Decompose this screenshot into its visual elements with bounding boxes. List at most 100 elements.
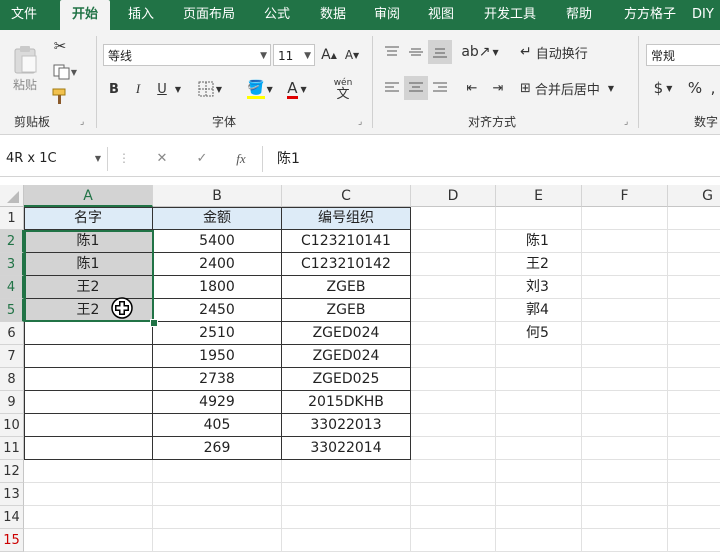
table-header-cell[interactable]: 名字 (24, 207, 153, 230)
comma-style-button[interactable]: , (706, 76, 720, 100)
grid-cell[interactable] (411, 276, 496, 299)
grid-cell[interactable] (668, 368, 720, 391)
table-cell[interactable]: ZGED025 (282, 368, 411, 391)
grid-cell[interactable] (496, 207, 582, 230)
table-cell[interactable]: 405 (153, 414, 282, 437)
table-header-cell[interactable]: 编号组织 (282, 207, 411, 230)
tab-data[interactable]: 数据 (310, 0, 356, 30)
grid-cell[interactable] (582, 460, 668, 483)
grid-cell[interactable] (411, 299, 496, 322)
tab-file[interactable]: 文件 (2, 0, 46, 30)
tab-help[interactable]: 帮助 (556, 0, 602, 30)
tab-view[interactable]: 视图 (418, 0, 464, 30)
grid-cell[interactable] (496, 437, 582, 460)
grid-cell[interactable] (153, 460, 282, 483)
grid-cell[interactable] (411, 253, 496, 276)
table-cell[interactable]: 王2 (24, 276, 153, 299)
grow-font-button[interactable]: A ▲ (320, 44, 338, 66)
currency-button[interactable]: $ ▼ (648, 76, 678, 100)
table-cell[interactable]: ZGED024 (282, 345, 411, 368)
table-cell[interactable]: 2400 (153, 253, 282, 276)
grid-cell[interactable] (411, 460, 496, 483)
grid-cell[interactable] (582, 253, 668, 276)
grid-cell[interactable] (282, 460, 411, 483)
enter-button[interactable]: ✓ (190, 147, 214, 171)
table-cell[interactable]: 33022013 (282, 414, 411, 437)
table-cell[interactable]: 4929 (153, 391, 282, 414)
grid-cell[interactable] (411, 483, 496, 506)
fill-handle[interactable] (150, 319, 158, 327)
grid-cell[interactable] (668, 276, 720, 299)
table-cell[interactable] (24, 414, 153, 437)
format-painter-button[interactable] (50, 86, 70, 106)
table-cell[interactable]: 33022014 (282, 437, 411, 460)
grid-cell[interactable] (496, 345, 582, 368)
table-cell[interactable]: ZGED024 (282, 322, 411, 345)
grid-cell[interactable] (668, 299, 720, 322)
table-cell[interactable]: 陈1 (24, 253, 153, 276)
tab-review[interactable]: 审阅 (364, 0, 410, 30)
grid-cell[interactable] (411, 391, 496, 414)
grid-cell[interactable] (668, 253, 720, 276)
number-format-combo[interactable]: 常规 (646, 44, 720, 66)
table-cell[interactable]: ZGEB (282, 299, 411, 322)
grid-cell[interactable] (668, 322, 720, 345)
grid-cell[interactable] (668, 207, 720, 230)
table-cell[interactable]: C123210141 (282, 230, 411, 253)
grid-cell[interactable] (582, 299, 668, 322)
grid-cell[interactable] (411, 368, 496, 391)
font-name-combo[interactable]: 等线 ▼ (103, 44, 271, 66)
grid-cell[interactable] (411, 322, 496, 345)
table-cell[interactable] (24, 391, 153, 414)
table-cell[interactable]: 陈1 (24, 230, 153, 253)
italic-button[interactable]: I (128, 78, 148, 100)
tab-fangfang[interactable]: 方方格子 (612, 0, 688, 30)
underline-dropdown[interactable]: ▼ (173, 78, 183, 100)
table-cell[interactable]: 2450 (153, 299, 282, 322)
tab-page-layout[interactable]: 页面布局 (172, 0, 246, 30)
table-cell[interactable]: ZGEB (282, 276, 411, 299)
borders-button[interactable]: ▼ (194, 78, 226, 100)
grid-cell[interactable] (582, 207, 668, 230)
table-cell[interactable] (24, 322, 153, 345)
table-cell[interactable]: 5400 (153, 230, 282, 253)
phonetic-button[interactable]: wén 文 (326, 74, 360, 104)
font-launcher-icon[interactable]: ⌟ (358, 117, 362, 127)
name-list-cell[interactable]: 陈1 (496, 230, 582, 253)
table-cell[interactable]: 2738 (153, 368, 282, 391)
align-right-button[interactable] (428, 76, 452, 100)
grid-cell[interactable] (24, 506, 153, 529)
grid-cell[interactable] (411, 230, 496, 253)
name-box[interactable]: 4R x 1C ▼ (0, 147, 108, 171)
grid-cell[interactable] (411, 345, 496, 368)
grid-cell[interactable] (668, 230, 720, 253)
clipboard-launcher-icon[interactable]: ⌟ (80, 117, 84, 127)
grid-cell[interactable] (282, 483, 411, 506)
insert-function-button[interactable]: fx (228, 147, 254, 171)
merge-center-button[interactable]: ⊞ 合并后居中 ▼ (520, 76, 632, 100)
table-cell[interactable] (24, 368, 153, 391)
grid-cell[interactable] (411, 414, 496, 437)
cut-button[interactable]: ✂ (50, 36, 70, 56)
align-middle-button[interactable] (404, 40, 428, 64)
orientation-button[interactable]: ab↗ ▼ (461, 40, 498, 64)
grid-cell[interactable] (582, 437, 668, 460)
grid-cell[interactable] (496, 460, 582, 483)
paste-button[interactable]: 粘贴 (6, 38, 44, 98)
wrap-text-button[interactable]: ↵ 自动换行 (520, 40, 630, 64)
grid-cell[interactable] (582, 368, 668, 391)
alignment-launcher-icon[interactable]: ⌟ (624, 117, 628, 127)
grid-cell[interactable] (496, 483, 582, 506)
grid-cell[interactable] (582, 322, 668, 345)
grid-cell[interactable] (582, 345, 668, 368)
align-bottom-button[interactable] (428, 40, 452, 64)
grid-cell[interactable] (668, 506, 720, 529)
bold-button[interactable]: B (104, 78, 124, 100)
grid-cell[interactable] (668, 345, 720, 368)
align-left-button[interactable] (380, 76, 404, 100)
grid-cell[interactable] (582, 414, 668, 437)
table-cell[interactable]: 1950 (153, 345, 282, 368)
table-cell[interactable] (24, 345, 153, 368)
grid-cell[interactable] (24, 460, 153, 483)
grid-cell[interactable] (582, 391, 668, 414)
